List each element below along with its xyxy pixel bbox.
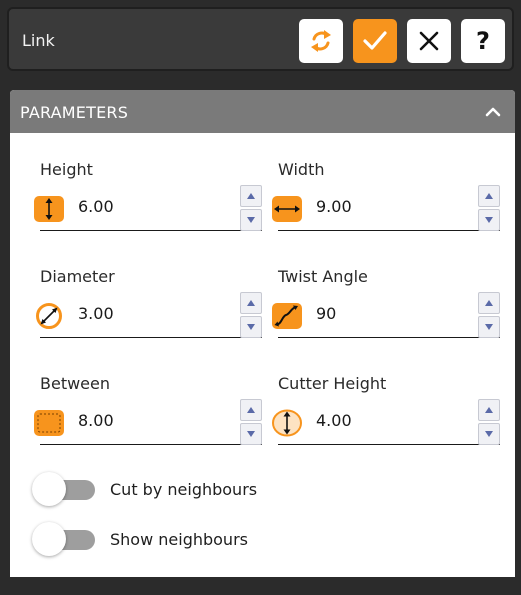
- height-field: Height 6.00: [34, 160, 262, 240]
- cutter-height-increment-button[interactable]: [478, 399, 500, 421]
- cutter-height-input[interactable]: 4.00: [272, 399, 500, 445]
- panel-title: PARAMETERS: [20, 103, 129, 122]
- between-decrement-button[interactable]: [240, 423, 262, 445]
- toggle-knob: [32, 472, 66, 506]
- help-button[interactable]: ?: [461, 19, 505, 63]
- between-label: Between: [40, 374, 111, 393]
- arrow-up-icon: [485, 300, 493, 306]
- twist-angle-increment-button[interactable]: [478, 292, 500, 314]
- refresh-icon: [311, 30, 331, 52]
- height-icon: [34, 196, 64, 222]
- diameter-label: Diameter: [40, 267, 115, 286]
- arrow-up-icon: [485, 407, 493, 413]
- height-value[interactable]: 6.00: [78, 197, 114, 216]
- height-input[interactable]: 6.00: [34, 185, 262, 231]
- diameter-decrement-button[interactable]: [240, 316, 262, 338]
- cut-by-neighbours-toggle[interactable]: [32, 472, 96, 506]
- height-increment-button[interactable]: [240, 185, 262, 207]
- between-value[interactable]: 8.00: [78, 411, 114, 430]
- show-neighbours-label: Show neighbours: [110, 530, 248, 549]
- diameter-icon: [36, 303, 62, 329]
- width-decrement-button[interactable]: [478, 209, 500, 231]
- between-icon: [34, 410, 64, 436]
- diameter-field: Diameter 3.00: [36, 267, 262, 347]
- close-button[interactable]: [407, 19, 451, 63]
- parameters-header[interactable]: PARAMETERS: [10, 90, 515, 133]
- between-field: Between 8.00: [34, 374, 262, 454]
- arrow-up-icon: [247, 407, 255, 413]
- twist-angle-label: Twist Angle: [278, 267, 368, 286]
- parameters-panel: PARAMETERS Height 6.00 Width 9.00 Diamet…: [10, 90, 515, 577]
- arrow-up-icon: [485, 193, 493, 199]
- arrow-down-icon: [485, 431, 493, 437]
- width-field: Width 9.00: [272, 160, 500, 240]
- help-icon: ?: [476, 27, 490, 55]
- height-label: Height: [40, 160, 93, 179]
- width-label: Width: [278, 160, 325, 179]
- check-icon: [363, 31, 387, 50]
- arrow-down-icon: [247, 431, 255, 437]
- cut-by-neighbours-label: Cut by neighbours: [110, 480, 258, 499]
- diameter-increment-button[interactable]: [240, 292, 262, 314]
- between-input[interactable]: 8.00: [34, 399, 262, 445]
- diameter-value[interactable]: 3.00: [78, 304, 114, 323]
- close-icon: [419, 31, 439, 51]
- toggle-knob: [32, 522, 66, 556]
- command-title: Link: [22, 31, 55, 50]
- width-increment-button[interactable]: [478, 185, 500, 207]
- arrow-up-icon: [247, 300, 255, 306]
- twist-angle-decrement-button[interactable]: [478, 316, 500, 338]
- height-decrement-button[interactable]: [240, 209, 262, 231]
- between-increment-button[interactable]: [240, 399, 262, 421]
- arrow-down-icon: [485, 324, 493, 330]
- command-bar: Link ?: [7, 7, 514, 71]
- cutter-height-label: Cutter Height: [278, 374, 387, 393]
- diameter-input[interactable]: 3.00: [36, 292, 262, 338]
- arrow-up-icon: [247, 193, 255, 199]
- arrow-down-icon: [247, 217, 255, 223]
- confirm-button[interactable]: [353, 19, 397, 63]
- width-icon: [272, 196, 302, 222]
- cutter-height-decrement-button[interactable]: [478, 423, 500, 445]
- twist-angle-value[interactable]: 90: [316, 304, 336, 323]
- cutter-height-icon: [272, 409, 302, 437]
- show-neighbours-toggle[interactable]: [32, 522, 96, 556]
- arrow-down-icon: [485, 217, 493, 223]
- twist-angle-field: Twist Angle 90: [272, 267, 500, 347]
- width-input[interactable]: 9.00: [272, 185, 500, 231]
- refresh-button[interactable]: [299, 19, 343, 63]
- twist-angle-input[interactable]: 90: [272, 292, 500, 338]
- cutter-height-field: Cutter Height 4.00: [272, 374, 500, 454]
- arrow-down-icon: [247, 324, 255, 330]
- width-value[interactable]: 9.00: [316, 197, 352, 216]
- twist-angle-icon: [272, 303, 302, 329]
- chevron-up-icon[interactable]: [483, 102, 503, 122]
- cutter-height-value[interactable]: 4.00: [316, 411, 352, 430]
